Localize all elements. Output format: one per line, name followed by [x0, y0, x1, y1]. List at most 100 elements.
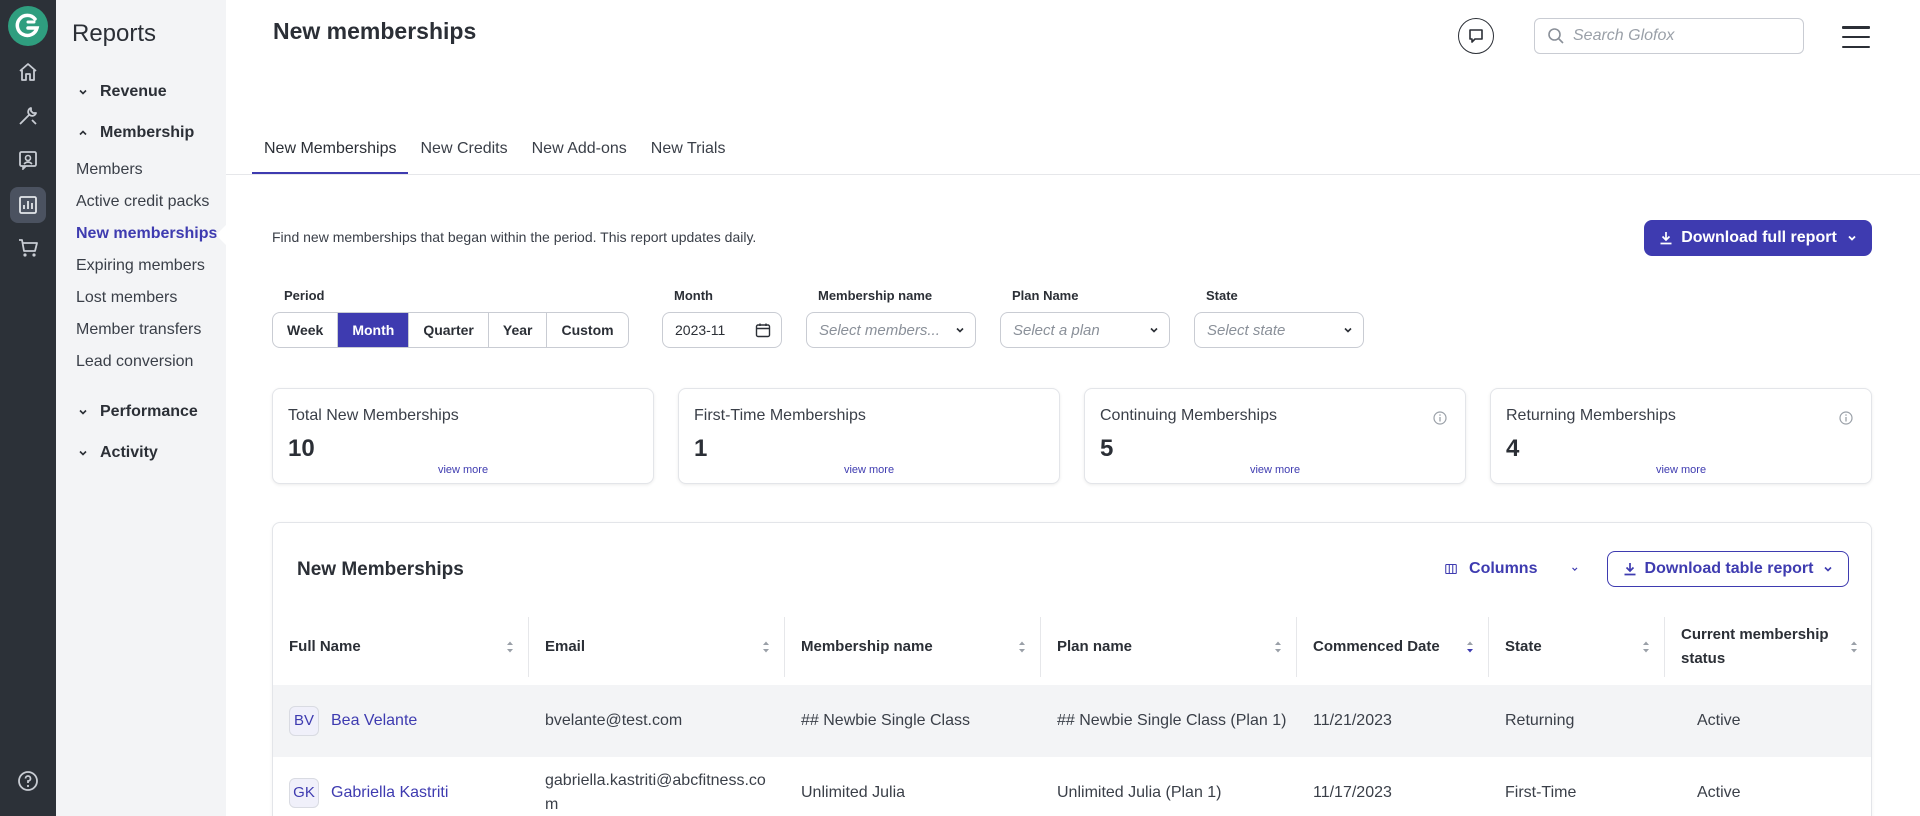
sidebar-section-performance[interactable]: Performance [74, 403, 198, 421]
stat-card-returning: Returning Memberships 4 view more [1490, 388, 1872, 484]
reports-sidebar: Reports Revenue Membership Members Activ… [56, 0, 226, 816]
column-header-state[interactable]: State [1489, 617, 1665, 677]
contacts-icon[interactable] [10, 142, 46, 178]
stat-card-total: Total New Memberships 10 view more [272, 388, 654, 484]
download-full-report-button[interactable]: Download full report [1644, 220, 1872, 256]
sort-icon [1851, 641, 1857, 653]
state-label: State [1206, 288, 1238, 303]
column-header-commenced-date[interactable]: Commenced Date [1297, 617, 1489, 677]
chevron-down-icon [1150, 327, 1158, 333]
sidebar-item-lead-conversion[interactable]: Lead conversion [76, 353, 193, 371]
column-header-full-name[interactable]: Full Name [273, 617, 529, 677]
plan-name-select[interactable]: Select a plan [1000, 312, 1170, 348]
reports-chart-icon[interactable] [10, 187, 46, 223]
sort-icon [1275, 641, 1281, 653]
sidebar-item-member-transfers[interactable]: Member transfers [76, 321, 201, 339]
glofox-logo-icon[interactable] [8, 6, 48, 46]
download-table-report-button[interactable]: Download table report [1607, 551, 1849, 587]
download-icon [1624, 563, 1636, 576]
stat-card-first-time: First-Time Memberships 1 view more [678, 388, 1060, 484]
member-name-link[interactable]: Bea Velante [331, 709, 417, 733]
sort-icon [1643, 641, 1649, 653]
chevron-down-icon [74, 444, 92, 462]
view-more-link[interactable]: view more [273, 464, 653, 476]
period-month-button[interactable]: Month [338, 313, 410, 347]
columns-button[interactable]: Columns [1445, 551, 1579, 587]
column-header-email[interactable]: Email [529, 617, 785, 677]
search-input[interactable] [1573, 27, 1783, 45]
avatar: GK [289, 778, 319, 808]
view-more-link[interactable]: view more [1085, 464, 1465, 476]
page-title: New memberships [273, 18, 477, 44]
tools-icon[interactable] [10, 98, 46, 134]
membership-name-label: Membership name [818, 288, 933, 303]
chevron-down-icon [956, 327, 964, 333]
table-row[interactable]: GK Gabriella Kastriti gabriella.kastriti… [273, 757, 1871, 816]
sidebar-section-membership[interactable]: Membership [74, 124, 194, 142]
chat-icon [1469, 29, 1483, 43]
active-item-pointer [216, 225, 226, 245]
membership-name: Unlimited Julia [801, 784, 906, 801]
plan-name-label: Plan Name [1012, 288, 1079, 303]
memberships-table-panel: New Memberships Columns Download table r… [272, 522, 1872, 816]
state-select[interactable]: Select state [1194, 312, 1364, 348]
tab-new-memberships[interactable]: New Memberships [252, 130, 409, 175]
sort-icon [763, 641, 769, 653]
tab-new-add-ons[interactable]: New Add-ons [520, 130, 639, 175]
plan-name: ## Newbie Single Class (Plan 1) [1057, 712, 1287, 729]
membership-state: Returning [1505, 712, 1575, 729]
sort-icon [1019, 641, 1025, 653]
chevron-down-icon [1848, 235, 1856, 241]
period-week-button[interactable]: Week [273, 313, 339, 347]
columns-icon [1445, 563, 1457, 575]
hamburger-menu-icon[interactable] [1842, 26, 1870, 48]
view-more-link[interactable]: view more [679, 464, 1059, 476]
search-icon [1548, 28, 1564, 44]
home-icon[interactable] [10, 54, 46, 90]
chat-button[interactable] [1458, 18, 1494, 54]
column-header-current-membership-status[interactable]: Current membership status [1665, 617, 1871, 677]
tab-new-credits[interactable]: New Credits [408, 130, 519, 175]
sidebar-section-activity[interactable]: Activity [74, 444, 158, 462]
sidebar-item-expiring-members[interactable]: Expiring members [76, 257, 205, 275]
tab-new-trials[interactable]: New Trials [639, 130, 738, 175]
column-header-membership-name[interactable]: Membership name [785, 617, 1041, 677]
table-title: New Memberships [297, 559, 464, 580]
sidebar-item-lost-members[interactable]: Lost members [76, 289, 177, 307]
chevron-down-icon [74, 83, 92, 101]
commenced-date: 11/21/2023 [1313, 712, 1392, 729]
commenced-date: 11/17/2023 [1313, 784, 1392, 801]
chevron-down-icon [1572, 567, 1578, 571]
chevron-down-icon [1824, 566, 1833, 572]
avatar: BV [289, 706, 319, 736]
report-tabs: New Memberships New Credits New Add-ons … [252, 130, 737, 175]
membership-status: Active [1697, 712, 1741, 729]
help-icon[interactable] [10, 763, 46, 799]
membership-status: Active [1697, 784, 1741, 801]
membership-name: ## Newbie Single Class [801, 712, 970, 729]
view-more-link[interactable]: view more [1491, 464, 1871, 476]
period-year-button[interactable]: Year [489, 313, 548, 347]
sidebar-item-members[interactable]: Members [76, 161, 143, 179]
member-name-link[interactable]: Gabriella Kastriti [331, 781, 448, 805]
period-label: Period [284, 288, 325, 303]
sidebar-item-new-memberships[interactable]: New memberships [76, 225, 217, 243]
membership-name-select[interactable]: Select members... [806, 312, 976, 348]
table-row[interactable]: BV Bea Velante bvelante@test.com ## Newb… [273, 685, 1871, 757]
sidebar-title: Reports [72, 20, 157, 47]
info-icon[interactable] [1433, 411, 1447, 425]
period-quarter-button[interactable]: Quarter [409, 313, 489, 347]
report-description: Find new memberships that began within t… [272, 229, 757, 245]
member-email: gabriella.kastriti@abcfitness.com [545, 772, 766, 813]
info-icon[interactable] [1839, 411, 1853, 425]
sidebar-item-active-credit-packs[interactable]: Active credit packs [76, 193, 209, 211]
calendar-icon [755, 323, 771, 338]
search-box[interactable] [1534, 18, 1804, 54]
column-header-plan-name[interactable]: Plan name [1041, 617, 1297, 677]
tabs-divider [226, 174, 1920, 175]
month-picker[interactable]: 2023-11 [662, 312, 782, 348]
cart-icon[interactable] [10, 230, 46, 266]
sidebar-section-revenue[interactable]: Revenue [74, 83, 167, 101]
period-custom-button[interactable]: Custom [547, 313, 627, 347]
month-label: Month [674, 288, 713, 303]
